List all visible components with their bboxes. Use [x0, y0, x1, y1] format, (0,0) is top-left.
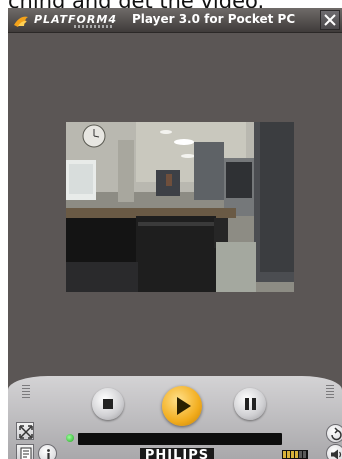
- playlist-button[interactable]: [16, 444, 34, 459]
- volume-bar: [287, 451, 290, 458]
- brand-label: PHILIPS: [144, 448, 210, 459]
- speaker-icon: [331, 449, 342, 459]
- status-led: [66, 434, 74, 442]
- volume-bar: [283, 451, 286, 458]
- volume-bar: [291, 451, 294, 458]
- flame-logo-icon: [14, 16, 28, 27]
- right-grip: [326, 384, 334, 398]
- repeat-button[interactable]: [326, 424, 342, 443]
- repeat-icon: [331, 427, 342, 441]
- video-image: [66, 122, 294, 292]
- playlist-icon: [20, 447, 32, 459]
- info-icon: [47, 449, 50, 459]
- play-icon: [177, 397, 191, 415]
- info-button[interactable]: [38, 444, 57, 459]
- left-grip: [22, 384, 30, 398]
- video-frame[interactable]: [66, 122, 294, 292]
- progress-bar[interactable]: [78, 433, 282, 445]
- philips-brand-plate: PHILIPS: [140, 448, 214, 459]
- pause-button[interactable]: [234, 388, 266, 420]
- stop-button[interactable]: [92, 388, 124, 420]
- pause-icon: [245, 398, 256, 410]
- player-window: PLATFORM4 Player 3.0 for Pocket PC PHILI…: [8, 8, 342, 459]
- title-bar: PLATFORM4 Player 3.0 for Pocket PC: [8, 8, 342, 33]
- brand-underline: [74, 25, 112, 28]
- play-button[interactable]: [162, 386, 202, 426]
- close-button[interactable]: [320, 10, 340, 30]
- volume-bar: [303, 451, 306, 458]
- volume-bar: [295, 451, 298, 458]
- fullscreen-icon: [19, 425, 33, 439]
- stop-icon: [103, 399, 113, 409]
- platform4-logo: PLATFORM4: [12, 10, 130, 30]
- volume-button[interactable]: [326, 444, 342, 459]
- fullscreen-button[interactable]: [16, 422, 34, 440]
- volume-bar: [299, 451, 302, 458]
- close-x-icon: [324, 14, 336, 26]
- control-panel: PHILIPS: [8, 376, 342, 459]
- window-title: Player 3.0 for Pocket PC: [132, 12, 296, 26]
- volume-meter[interactable]: [282, 450, 308, 459]
